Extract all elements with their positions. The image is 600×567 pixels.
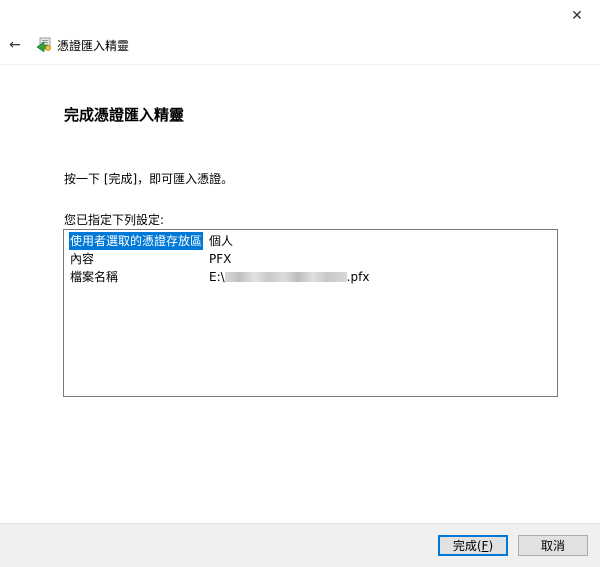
page-heading: 完成憑證匯入精靈 xyxy=(64,106,185,124)
settings-label: 您已指定下列設定: xyxy=(64,213,165,227)
setting-value: 個人 xyxy=(209,234,234,248)
close-button[interactable]: ✕ xyxy=(554,0,600,32)
setting-name: 內容 xyxy=(70,252,95,266)
finish-button[interactable]: 完成(F) xyxy=(438,535,508,556)
cancel-button[interactable]: 取消 xyxy=(518,535,588,556)
setting-name: 檔案名稱 xyxy=(70,270,119,284)
close-icon: ✕ xyxy=(571,8,583,24)
instruction-text: 按一下 [完成]，即可匯入憑證。 xyxy=(64,172,234,186)
file-path-suffix: .pfx xyxy=(346,270,370,284)
button-bar: 完成(F) 取消 xyxy=(0,523,600,567)
setting-value: E:\ .pfx xyxy=(209,268,369,286)
finish-label-close: ) xyxy=(488,538,494,553)
back-arrow-icon: ← xyxy=(9,37,21,53)
setting-name: 使用者選取的憑證存放區 xyxy=(69,232,204,250)
redacted-path xyxy=(224,272,347,282)
setting-value: PFX xyxy=(209,252,232,266)
finish-label: 完成( xyxy=(452,539,482,553)
wizard-title: 憑證匯入精靈 xyxy=(57,39,130,53)
certificate-wizard-icon xyxy=(36,37,51,52)
settings-list[interactable]: 使用者選取的憑證存放區 個人 內容 PFX 檔案名稱 E:\ .pfx xyxy=(63,229,558,397)
title-bar: ✕ ← 憑證匯入精靈 xyxy=(0,0,600,65)
finish-accelerator: F xyxy=(481,538,489,553)
back-button[interactable]: ← xyxy=(4,34,26,56)
file-path-prefix: E:\ xyxy=(209,270,225,284)
